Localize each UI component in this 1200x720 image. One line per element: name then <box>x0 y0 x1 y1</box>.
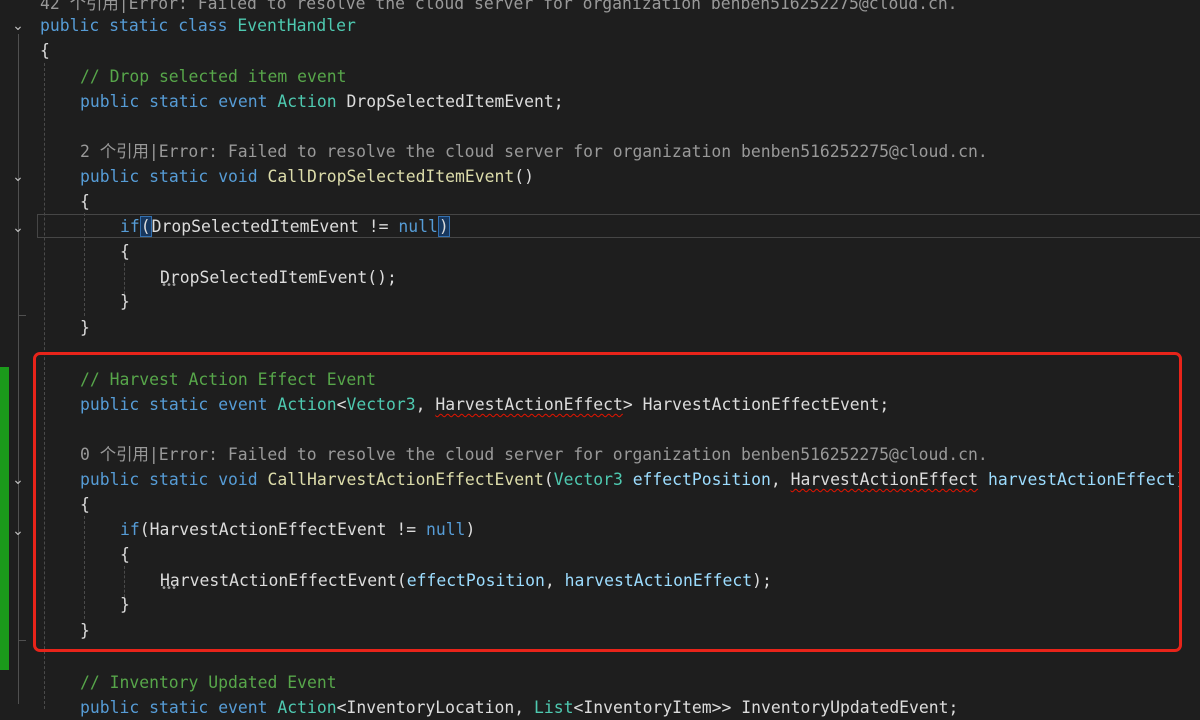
collapse-chevron-icon[interactable]: ⌄ <box>8 470 28 490</box>
collapse-chevron-icon[interactable]: ⌄ <box>8 521 28 541</box>
fold-end-tick <box>18 640 26 641</box>
collapse-chevron-icon[interactable]: ⌄ <box>8 218 28 238</box>
change-indicator-bar <box>0 367 9 670</box>
if-drop-statement: if(DropSelectedItemEvent != null) <box>120 216 450 237</box>
class-name[interactable]: EventHandler <box>237 16 355 35</box>
collapse-chevron-icon[interactable]: ⌄ <box>8 167 28 187</box>
brace-open: { <box>40 41 50 60</box>
comment-inventory: // Inventory Updated Event <box>80 673 337 692</box>
codelens-references[interactable]: 2 个引用|Error: Failed to resolve the cloud… <box>80 139 988 164</box>
annotation-highlight-box <box>33 352 1182 652</box>
collapse-chevron-icon[interactable]: ⌄ <box>8 16 28 36</box>
inventory-event-declaration: public static event Action<InventoryLoca… <box>80 698 959 717</box>
brace-open: { <box>120 242 130 261</box>
comment-drop: // Drop selected item event <box>80 67 347 86</box>
brace-close: } <box>80 318 90 337</box>
brace-open: { <box>80 192 90 211</box>
call-drop-method-name[interactable]: CallDropSelectedItemEvent <box>268 167 515 186</box>
call-drop-method-declaration: public static void CallDropSelectedItemE… <box>80 167 534 186</box>
invoke-drop-event: DropSelectedItemEvent(); <box>160 268 397 287</box>
class-declaration: public static class EventHandler <box>40 16 356 35</box>
fold-end-tick <box>18 315 26 316</box>
drop-event-declaration: public static event Action DropSelectedI… <box>80 92 564 111</box>
fold-region-line <box>18 34 19 704</box>
brace-close: } <box>120 292 130 311</box>
drop-event-name[interactable]: DropSelectedItemEvent <box>347 92 554 111</box>
suggestion-dots-icon: ••• <box>161 280 177 291</box>
